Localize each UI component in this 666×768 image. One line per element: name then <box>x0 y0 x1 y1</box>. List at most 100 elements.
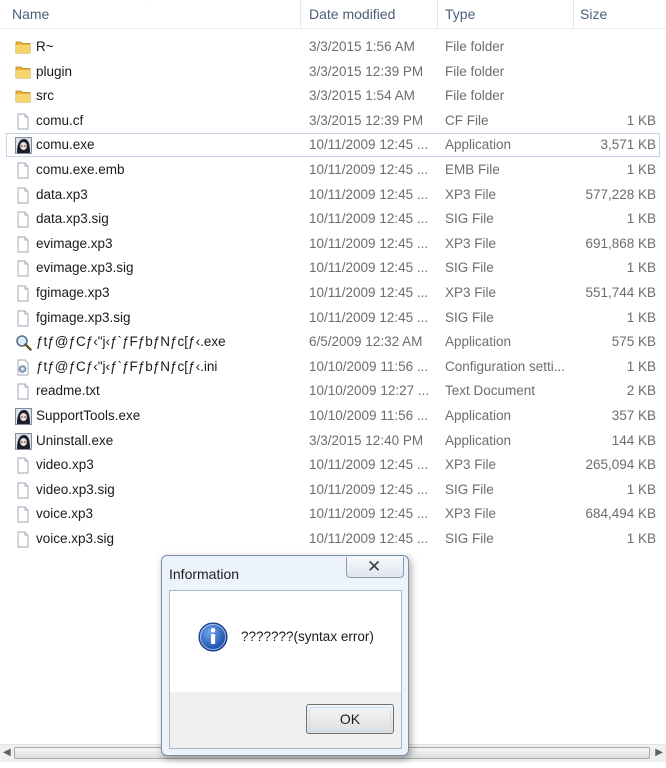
file-date-modified: 3/3/2015 1:56 AM <box>309 39 415 54</box>
file-row[interactable]: fgimage.xp3.sig 10/11/2009 12:45 ... SIG F… <box>6 306 660 330</box>
file-type: XP3 File <box>445 457 497 473</box>
file-name: data.xp3.sig <box>36 211 109 227</box>
file-name: video.xp3 <box>36 457 94 473</box>
file-size: 1 KB <box>626 211 656 227</box>
file-name: evimage.xp3 <box>36 235 113 251</box>
file-row[interactable]: comu.exe.emb 10/11/2009 12:45 ... EMB File… <box>6 158 660 182</box>
app-character-icon <box>15 137 32 155</box>
column-divider[interactable] <box>437 0 438 28</box>
file-type: Application <box>445 432 512 448</box>
app-character-icon <box>15 408 32 425</box>
file-name: fgimage.xp3.sig <box>36 309 131 325</box>
column-header-date[interactable]: Date modified <box>309 6 395 22</box>
file-date-modified: 10/11/2009 12:45 ... <box>309 186 429 202</box>
file-size: 1 KB <box>626 162 656 177</box>
file-type: Application <box>445 137 512 153</box>
column-header-type[interactable]: Type <box>445 6 475 22</box>
file-size: 357 KB <box>611 408 656 423</box>
file-size: 2 KB <box>626 383 656 399</box>
file-row[interactable]: data.xp3 10/11/2009 12:45 ... XP3 File 577,… <box>6 183 660 207</box>
file-row[interactable]: comu.cf 3/3/2015 12:39 PM CF File 1 KB <box>6 109 660 133</box>
file-name: SupportTools.exe <box>36 408 141 423</box>
column-header-name[interactable]: Name <box>12 6 49 22</box>
file-date-modified: 10/11/2009 12:45 ... <box>309 506 429 522</box>
file-row[interactable]: evimage.xp3.sig 10/11/2009 12:45 ... SIG F… <box>6 256 660 280</box>
file-row[interactable]: comu.exe 10/11/2009 12:45 ... Application 3… <box>6 133 660 158</box>
file-icon <box>15 310 31 327</box>
file-row[interactable]: data.xp3.sig 10/11/2009 12:45 ... SIG File… <box>6 207 660 231</box>
file-date-modified: 10/11/2009 12:45 ... <box>309 162 429 177</box>
close-icon: ✕ <box>367 557 382 576</box>
file-date-modified: 3/3/2015 12:39 PM <box>309 112 424 128</box>
scroll-left-icon[interactable]: ◀ <box>3 747 11 758</box>
file-row[interactable]: video.xp3.sig 10/11/2009 12:45 ... SIG Fil… <box>6 478 660 502</box>
file-type: Application <box>445 334 512 350</box>
file-row[interactable]: plugin 3/3/2015 12:39 PM File folder <box>6 60 660 84</box>
file-row[interactable]: fgimage.xp3 10/11/2009 12:45 ... XP3 File 5… <box>6 281 660 305</box>
file-size: 1 KB <box>626 309 656 325</box>
file-row[interactable]: voice.xp3.sig 10/11/2009 12:45 ... SIG Fil… <box>6 527 660 551</box>
file-type: File folder <box>445 39 505 54</box>
file-row[interactable]: voice.xp3 10/11/2009 12:45 ... XP3 File 684… <box>6 502 660 526</box>
file-type: Application <box>445 408 512 423</box>
file-row[interactable]: evimage.xp3 10/11/2009 12:45 ... XP3 File 6… <box>6 232 660 256</box>
file-name: ƒtƒ@ƒCƒ‹"j‹ƒ`ƒFƒbƒNƒc[ƒ‹.exe <box>36 334 226 350</box>
file-row[interactable]: ƒtƒ@ƒCƒ‹"j‹ƒ`ƒFƒbƒNƒc[ƒ‹.ini 10/10/2009 1… <box>6 355 660 379</box>
file-size: 1 KB <box>626 531 656 546</box>
file-name: voice.xp3 <box>36 506 94 522</box>
file-type: SIG File <box>445 481 494 497</box>
file-name: plugin <box>36 63 73 79</box>
ok-button[interactable]: OK <box>306 704 394 734</box>
file-icon <box>15 187 31 204</box>
file-size: 1 KB <box>626 481 656 497</box>
file-name: comu.exe.emb <box>36 162 125 177</box>
file-size: 265,094 KB <box>585 457 656 473</box>
app-character-icon <box>15 432 32 450</box>
file-icon <box>15 113 31 130</box>
file-row[interactable]: video.xp3 10/11/2009 12:45 ... XP3 File 265… <box>6 453 660 477</box>
file-type: SIG File <box>445 531 494 546</box>
scroll-right-icon[interactable]: ▶ <box>655 747 663 758</box>
file-name: fgimage.xp3 <box>36 285 110 300</box>
file-icon <box>15 506 31 523</box>
column-divider[interactable] <box>300 0 301 28</box>
file-icon <box>15 260 31 277</box>
file-date-modified: 10/10/2009 12:27 ... <box>309 383 430 399</box>
file-name: evimage.xp3.sig <box>36 260 134 276</box>
dialog-body: ???????(syntax error) OK <box>169 590 402 749</box>
file-size: 3,571 KB <box>600 137 656 153</box>
file-type: XP3 File <box>445 186 497 202</box>
folder-icon <box>15 88 31 105</box>
file-size: 551,744 KB <box>585 285 656 300</box>
file-row[interactable]: SupportTools.exe 10/10/2009 11:56 ... Appl… <box>6 404 660 428</box>
column-divider[interactable] <box>573 0 574 28</box>
file-size: 577,228 KB <box>585 186 656 202</box>
file-size: 575 KB <box>611 334 656 350</box>
column-header-size[interactable]: Size <box>580 6 607 22</box>
file-icon <box>15 383 31 400</box>
file-date-modified: 10/11/2009 12:45 ... <box>309 211 429 227</box>
file-date-modified: 3/3/2015 1:54 AM <box>309 88 415 104</box>
file-type: Text Document <box>445 383 536 399</box>
file-row[interactable]: Uninstall.exe 3/3/2015 12:40 PM Applicatio… <box>6 429 660 453</box>
file-type: CF File <box>445 112 489 128</box>
file-date-modified: 10/11/2009 12:45 ... <box>309 309 429 325</box>
sort-indicator-icon: ⌃ <box>146 0 155 8</box>
file-row[interactable]: ƒtƒ@ƒCƒ‹"j‹ƒ`ƒFƒbƒNƒc[ƒ‹.exe 6/5/2009 12:… <box>6 330 660 354</box>
file-type: SIG File <box>445 260 494 276</box>
dialog-footer: OK <box>170 692 401 748</box>
file-row[interactable]: R~ 3/3/2015 1:56 AM File folder <box>6 35 660 59</box>
folder-icon <box>15 39 31 56</box>
file-row[interactable]: readme.txt 10/10/2009 12:27 ... Text Docum… <box>6 379 660 403</box>
file-name: readme.txt <box>36 383 100 399</box>
column-header-bar: ⌃ Name Date modified Type Size <box>0 0 666 29</box>
file-icon <box>15 211 31 228</box>
close-button[interactable]: ✕ <box>346 557 404 578</box>
file-date-modified: 10/11/2009 12:45 ... <box>309 260 429 276</box>
file-date-modified: 10/11/2009 12:45 ... <box>309 531 429 546</box>
file-size: 691,868 KB <box>585 235 656 251</box>
file-type: EMB File <box>445 162 500 177</box>
file-date-modified: 3/3/2015 12:39 PM <box>309 63 424 79</box>
file-name: comu.exe <box>36 137 95 153</box>
file-row[interactable]: src 3/3/2015 1:54 AM File folder <box>6 84 660 108</box>
